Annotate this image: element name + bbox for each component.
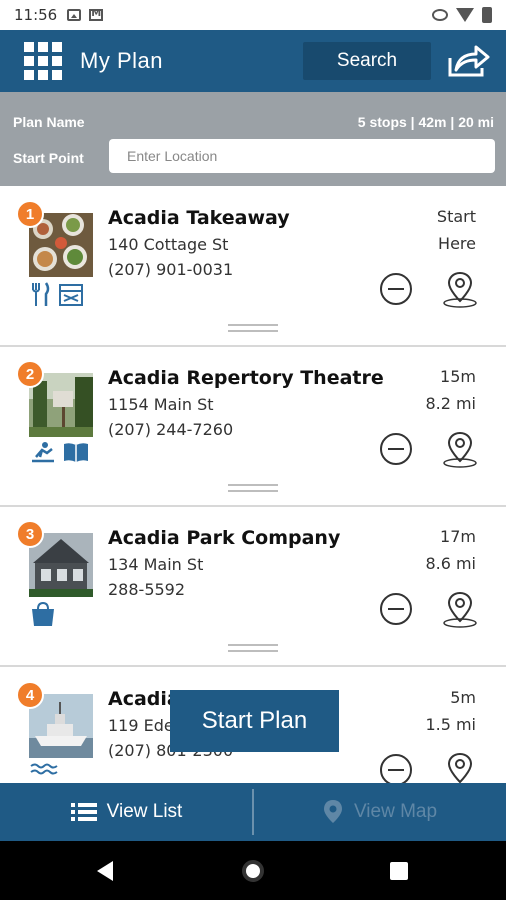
stop-address: 134 Main St xyxy=(108,555,204,574)
stop-address: 119 Ede xyxy=(108,716,174,735)
tab-view-list[interactable]: View List xyxy=(0,783,253,841)
stop-item[interactable]: 2 Acadia Repertory Theatre 1154 Main St … xyxy=(0,347,506,507)
remove-stop-icon[interactable] xyxy=(379,432,413,466)
tab-view-map[interactable]: View Map xyxy=(253,783,506,841)
vibrate-icon xyxy=(432,9,448,21)
stop-number-badge: 1 xyxy=(16,200,44,228)
stop-distance: Here xyxy=(438,234,476,253)
stop-name[interactable]: Acadia Repertory Theatre xyxy=(108,367,384,389)
map-marker-icon xyxy=(323,800,342,823)
stop-name[interactable]: Acadia Takeaway xyxy=(108,207,290,229)
activity-icon xyxy=(32,442,54,463)
stop-item[interactable]: 1 Acadia Takeaway 140 Cottage St (207) 9… xyxy=(0,187,506,347)
stop-distance: 1.5 mi xyxy=(425,715,476,734)
stop-distance: 8.6 mi xyxy=(425,554,476,573)
search-button[interactable]: Search xyxy=(303,42,431,80)
stop-time: 5m xyxy=(450,688,476,707)
stop-number-badge: 4 xyxy=(16,681,44,709)
stop-name[interactable]: Acadia xyxy=(108,688,180,710)
stop-name[interactable]: Acadia Park Company xyxy=(108,527,340,549)
share-icon[interactable] xyxy=(446,44,490,78)
stop-time: Start xyxy=(436,207,476,226)
stop-category-icons xyxy=(30,281,84,307)
map-pin-icon[interactable] xyxy=(441,589,479,629)
plan-stats: 5 stops | 42m | 20 mi xyxy=(357,114,494,130)
stop-phone[interactable]: 288-5592 xyxy=(108,580,185,599)
stop-category-icons xyxy=(30,601,56,627)
shopping-bag-icon xyxy=(32,601,54,626)
remove-stop-icon[interactable] xyxy=(379,592,413,626)
recent-apps-icon[interactable] xyxy=(390,862,408,880)
drag-handle[interactable] xyxy=(228,644,278,652)
stop-address: 1154 Main St xyxy=(108,395,214,414)
system-navigation-bar xyxy=(0,841,506,900)
map-pin-icon[interactable] xyxy=(441,429,479,469)
stop-category-icons xyxy=(30,762,58,778)
stop-number-badge: 3 xyxy=(16,520,44,548)
list-icon xyxy=(70,803,97,821)
plan-name-label: Plan Name xyxy=(13,114,85,130)
tab-divider xyxy=(252,789,254,835)
start-point-input[interactable] xyxy=(109,139,495,173)
stop-item[interactable]: 3 Acadia Park Company 134 Main St 288-55… xyxy=(0,507,506,667)
drag-handle[interactable] xyxy=(228,484,278,492)
apps-grid-icon[interactable] xyxy=(24,42,62,80)
back-icon[interactable] xyxy=(97,861,113,881)
dining-icon xyxy=(32,282,50,306)
battery-icon xyxy=(482,7,492,23)
tab-view-list-label: View List xyxy=(106,801,183,822)
map-pin-icon[interactable] xyxy=(441,269,479,309)
wifi-icon xyxy=(456,8,474,22)
takeout-icon xyxy=(59,284,83,306)
stop-address: 140 Cottage St xyxy=(108,235,229,254)
image-notification-icon xyxy=(67,9,82,21)
bottom-tab-bar: View List View Map xyxy=(0,783,506,841)
tab-view-map-label: View Map xyxy=(353,801,438,822)
start-point-label: Start Point xyxy=(13,150,84,166)
book-icon xyxy=(64,443,88,462)
drag-handle[interactable] xyxy=(228,324,278,332)
stop-time: 17m xyxy=(440,527,476,546)
stop-distance: 8.2 mi xyxy=(425,394,476,413)
stop-category-icons xyxy=(30,441,90,463)
stop-phone[interactable]: (207) 244-7260 xyxy=(108,420,233,439)
remove-stop-icon[interactable] xyxy=(379,753,413,787)
stop-number-badge: 2 xyxy=(16,360,44,388)
remove-stop-icon[interactable] xyxy=(379,272,413,306)
home-icon[interactable] xyxy=(242,860,264,882)
app-bar: My Plan Search xyxy=(0,30,506,92)
plan-info-bar: Plan Name 5 stops | 42m | 20 mi Start Po… xyxy=(0,92,506,186)
stop-phone[interactable]: (207) 901-0031 xyxy=(108,260,233,279)
gmail-notification-icon xyxy=(89,8,104,21)
status-bar: 11:56 xyxy=(0,0,506,30)
water-icon xyxy=(30,763,58,775)
status-time: 11:56 xyxy=(14,6,58,24)
stop-time: 15m xyxy=(440,367,476,386)
start-plan-button[interactable]: Start Plan xyxy=(170,690,339,752)
page-title: My Plan xyxy=(80,48,163,73)
